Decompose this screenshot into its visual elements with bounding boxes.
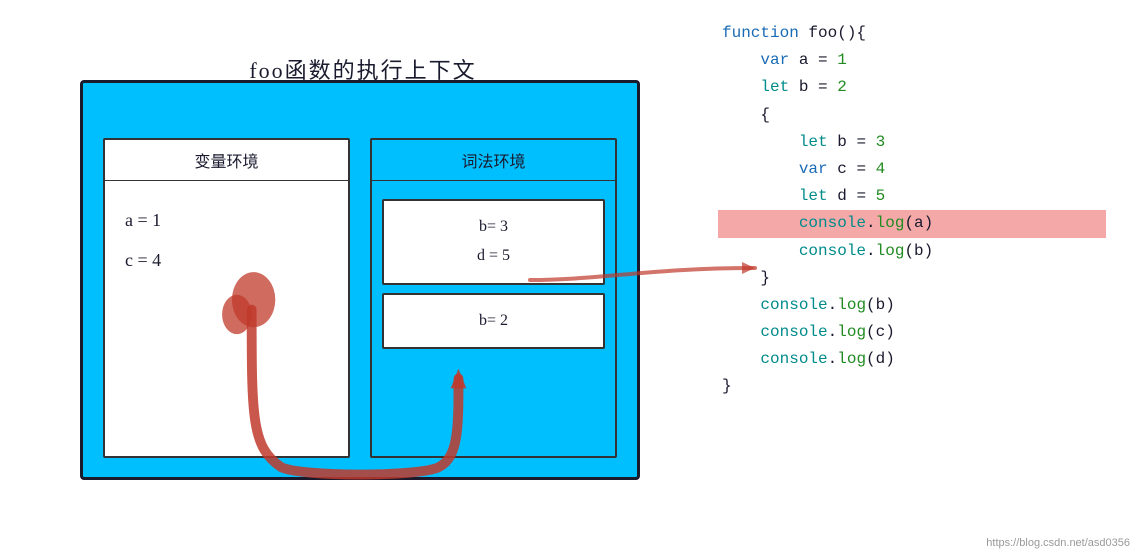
var-values: a = 1 c = 4 bbox=[105, 181, 348, 300]
code-line-13: console.log(d) bbox=[722, 346, 1102, 373]
code-line-8-highlighted: console.log(a) bbox=[718, 210, 1106, 237]
lexical-env-label: 词法环境 bbox=[372, 140, 615, 181]
lex-box-2-line1: b= 2 bbox=[394, 307, 593, 336]
code-line-7: let d = 5 bbox=[722, 183, 1102, 210]
lex-box-2: b= 2 bbox=[382, 293, 605, 350]
lexical-env-box: 词法环境 b= 3 d = 5 b= 2 bbox=[370, 138, 617, 458]
variable-env-box: 变量环境 a = 1 c = 4 bbox=[103, 138, 350, 458]
code-line-3: let b = 2 bbox=[722, 74, 1102, 101]
variable-env-label: 变量环境 bbox=[105, 140, 348, 181]
diagram-area: foo函数的执行上下文 变量环境 a = 1 c = 4 词法环境 b= 3 d… bbox=[80, 30, 660, 500]
var-a: a = 1 bbox=[125, 201, 328, 241]
code-line-4: { bbox=[722, 102, 1102, 129]
code-area: function foo(){ var a = 1 let b = 2 { le… bbox=[722, 20, 1102, 401]
code-line-5: let b = 3 bbox=[722, 129, 1102, 156]
code-line-2: var a = 1 bbox=[722, 47, 1102, 74]
foo-title: foo函数的执行上下文 bbox=[83, 53, 643, 85]
inner-boxes-container: 变量环境 a = 1 c = 4 词法环境 b= 3 d = 5 b= 2 bbox=[103, 138, 617, 458]
watermark: https://blog.csdn.net/asd0356 bbox=[986, 537, 1130, 549]
code-line-9: console.log(b) bbox=[722, 238, 1102, 265]
lex-box-1-line1: b= 3 bbox=[394, 213, 593, 242]
code-line-11: console.log(b) bbox=[722, 292, 1102, 319]
code-line-14: } bbox=[722, 373, 1102, 400]
foo-context-box: foo函数的执行上下文 变量环境 a = 1 c = 4 词法环境 b= 3 d… bbox=[80, 80, 640, 480]
code-line-12: console.log(c) bbox=[722, 319, 1102, 346]
fn-name: foo(){ bbox=[799, 24, 866, 42]
code-line-6: var c = 4 bbox=[722, 156, 1102, 183]
lexical-inner-boxes: b= 3 d = 5 b= 2 bbox=[372, 189, 615, 359]
code-line-1: function foo(){ bbox=[722, 20, 1102, 47]
lex-box-1: b= 3 d = 5 bbox=[382, 199, 605, 285]
lex-box-1-line2: d = 5 bbox=[394, 242, 593, 271]
kw-function: function bbox=[722, 24, 799, 42]
var-c: c = 4 bbox=[125, 241, 328, 281]
code-line-10: } bbox=[722, 265, 1102, 292]
